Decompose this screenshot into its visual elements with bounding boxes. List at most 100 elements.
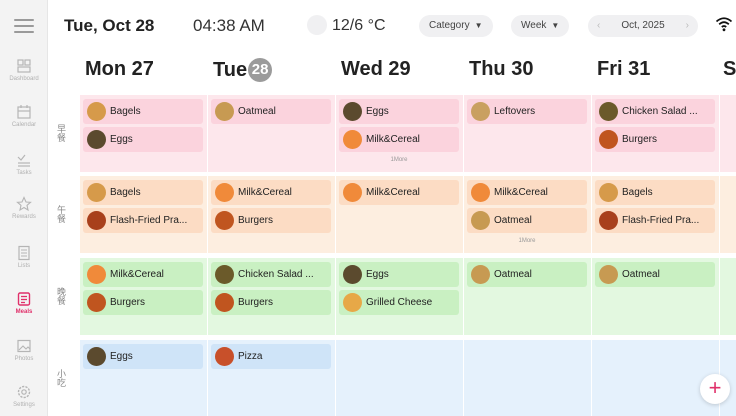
meal-item[interactable]: Milk&Cereal: [211, 180, 331, 205]
temperature: 12/6 °C: [332, 17, 386, 34]
meal-item[interactable]: Oatmeal: [211, 99, 331, 124]
meal-item[interactable]: Milk&Cereal: [339, 127, 459, 152]
meal-item[interactable]: Eggs: [339, 99, 459, 124]
meal-cell-snack-thu[interactable]: [464, 340, 591, 416]
day-header-mon: Mon 27: [85, 58, 154, 80]
sidebar-item-label: Calendar: [11, 122, 37, 128]
pizza-icon: [215, 347, 234, 366]
current-time: 04:38 AM: [193, 16, 265, 35]
oatmeal-icon: [471, 265, 490, 284]
rewards-icon: [16, 196, 32, 212]
day-header-sat: S: [723, 58, 736, 80]
more-link[interactable]: 1More: [467, 238, 587, 244]
meal-item[interactable]: Burgers: [211, 208, 331, 233]
meal-cell-dinner-sat[interactable]: [720, 258, 736, 335]
bagel-icon: [599, 183, 618, 202]
view-dropdown[interactable]: Week ▼: [511, 15, 570, 37]
meal-item[interactable]: Chicken Salad ...: [595, 99, 715, 124]
meal-item[interactable]: Eggs: [83, 344, 203, 369]
day-header-thu: Thu 30: [469, 58, 534, 80]
meal-item[interactable]: Pizza: [211, 344, 331, 369]
add-meal-button[interactable]: +: [700, 374, 730, 404]
meal-cell-snack-wed[interactable]: [336, 340, 463, 416]
day-header-wed: Wed 29: [341, 58, 411, 80]
eggs-icon: [87, 130, 106, 149]
burger-icon: [87, 293, 106, 312]
sidebar-item-lists[interactable]: Lists: [0, 245, 48, 285]
more-link[interactable]: 1More: [339, 157, 459, 163]
meal-item[interactable]: Bagels: [595, 180, 715, 205]
burger-icon: [599, 130, 618, 149]
day-header-tue: Tue 28: [213, 58, 273, 82]
oatmeal-icon: [599, 265, 618, 284]
meal-item[interactable]: Milk&Cereal: [339, 180, 459, 205]
month-navigator: ‹ Oct, 2025 ›: [588, 15, 698, 37]
current-date: Tue, Oct 28: [64, 16, 155, 35]
meal-item[interactable]: Oatmeal: [467, 262, 587, 287]
today-badge: 28: [248, 58, 273, 82]
cereal-icon: [215, 183, 234, 202]
meal-item[interactable]: Eggs: [83, 127, 203, 152]
view-dropdown-label: Week: [521, 20, 547, 31]
meal-label-dinner: 晚餐: [56, 287, 66, 305]
meal-cell-snack-fri[interactable]: [592, 340, 719, 416]
meal-item[interactable]: Milk&Cereal: [83, 262, 203, 287]
cereal-icon: [343, 183, 362, 202]
eggs-icon: [87, 347, 106, 366]
meal-item[interactable]: Chicken Salad ...: [211, 262, 331, 287]
dashboard-icon: [17, 59, 31, 73]
meals-icon: [17, 292, 31, 306]
settings-icon: [17, 385, 31, 399]
sidebar-item-meals[interactable]: Meals: [0, 291, 48, 331]
sidebar-item-settings[interactable]: Settings: [0, 384, 48, 416]
caret-down-icon: ▼: [551, 21, 560, 30]
menu-icon[interactable]: [14, 19, 34, 35]
sidebar-item-rewards[interactable]: Rewards: [0, 196, 48, 236]
meal-item[interactable]: Bagels: [83, 180, 203, 205]
chevron-right-icon[interactable]: ›: [686, 15, 689, 37]
tasks-icon: [17, 154, 30, 167]
meal-item[interactable]: Eggs: [339, 262, 459, 287]
meal-cell-breakfast-sat[interactable]: [720, 95, 736, 172]
meal-item[interactable]: Burgers: [83, 290, 203, 315]
meal-item[interactable]: Grilled Cheese: [339, 290, 459, 315]
salad-icon: [599, 102, 618, 121]
sidebar-item-dashboard[interactable]: Dashboard: [0, 58, 48, 98]
cereal-icon: [87, 265, 106, 284]
sidebar-item-label: Lists: [17, 263, 31, 269]
bagel-icon: [87, 102, 106, 121]
meal-item[interactable]: Milk&Cereal: [467, 180, 587, 205]
grilled-cheese-icon: [343, 293, 362, 312]
meal-item[interactable]: Flash-Fried Pra...: [595, 208, 715, 233]
meal-item[interactable]: Burgers: [595, 127, 715, 152]
meal-cell-lunch-sat[interactable]: [720, 176, 736, 253]
photos-icon: [17, 339, 31, 353]
meal-item[interactable]: Oatmeal: [595, 262, 715, 287]
category-dropdown-label: Category: [429, 20, 470, 31]
meal-item[interactable]: Leftovers: [467, 99, 587, 124]
sidebar-item-label: Tasks: [16, 170, 32, 176]
salad-icon: [215, 265, 234, 284]
sidebar-item-calendar[interactable]: Calendar: [0, 104, 48, 144]
burger-icon: [215, 211, 234, 230]
shrimp-icon: [599, 211, 618, 230]
cereal-icon: [343, 130, 362, 149]
eggs-icon: [343, 265, 362, 284]
wifi-icon: [715, 17, 733, 32]
sidebar-item-tasks[interactable]: Tasks: [0, 152, 48, 192]
meal-item[interactable]: Flash-Fried Pra...: [83, 208, 203, 233]
shrimp-icon: [87, 211, 106, 230]
meal-item[interactable]: Bagels: [83, 99, 203, 124]
meal-item[interactable]: Oatmeal: [467, 208, 587, 233]
month-label: Oct, 2025: [621, 20, 665, 31]
meal-label-snack: 小吃: [56, 369, 66, 387]
sidebar-item-label: Photos: [14, 356, 34, 362]
sidebar-item-photos[interactable]: Photos: [0, 338, 48, 378]
meal-item[interactable]: Burgers: [211, 290, 331, 315]
cloud-icon: [307, 15, 327, 35]
calendar-icon: [17, 105, 31, 119]
chevron-left-icon[interactable]: ‹: [597, 15, 600, 37]
header: Tue, Oct 28 04:38 AM 12/6 °C Category ▼ W…: [48, 0, 736, 52]
category-dropdown[interactable]: Category ▼: [419, 15, 493, 37]
oatmeal-icon: [215, 102, 234, 121]
